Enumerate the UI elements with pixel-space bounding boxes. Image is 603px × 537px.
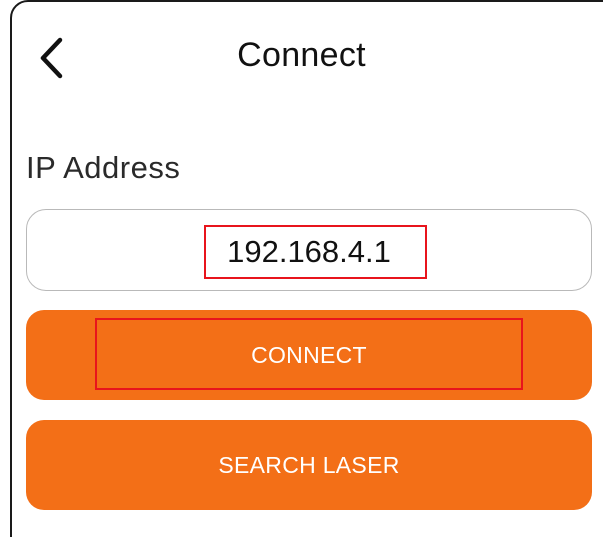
connect-screen: Connect IP Address 192.168.4.1 CONNECT S… (0, 0, 603, 537)
search-laser-button[interactable]: SEARCH LASER (26, 420, 592, 510)
connect-highlight-box (95, 318, 523, 390)
ip-value-highlight-box (204, 225, 427, 279)
ip-address-label: IP Address (26, 150, 181, 185)
page-title: Connect (237, 36, 366, 74)
header: Connect (0, 0, 603, 110)
